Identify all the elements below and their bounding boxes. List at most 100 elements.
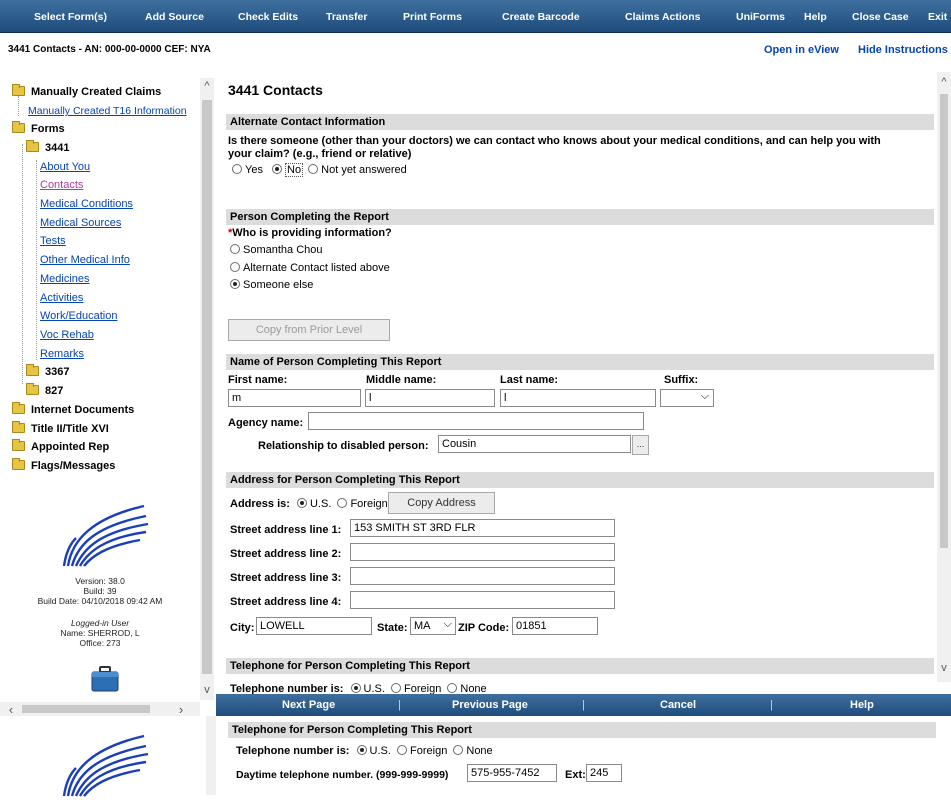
- menu-create-barcode[interactable]: Create Barcode: [502, 11, 580, 23]
- state-select[interactable]: MA ⌵: [410, 617, 456, 635]
- radio-not-yet-answered[interactable]: Not yet answered: [308, 164, 407, 176]
- briefcase-icon[interactable]: [90, 664, 120, 694]
- scrollbar-thumb[interactable]: [940, 94, 948, 548]
- tree-internet-documents[interactable]: Internet Documents: [12, 402, 134, 416]
- radio-someone-else[interactable]: Someone else: [230, 279, 313, 291]
- tree-link-voc-rehab[interactable]: Voc Rehab: [40, 329, 94, 341]
- ext-label: Ext:: [565, 769, 586, 781]
- sidebar-vertical-scrollbar[interactable]: ^ v: [200, 78, 214, 700]
- menu-print-forms[interactable]: Print Forms: [403, 11, 462, 23]
- relationship-lookup-button[interactable]: ...: [632, 435, 649, 455]
- menu-add-source[interactable]: Add Source: [145, 11, 204, 23]
- street-line1-input[interactable]: 153 SMITH ST 3RD FLR: [350, 519, 615, 537]
- radio-button-selected-icon: [350, 683, 361, 693]
- menu-close-case[interactable]: Close Case: [852, 11, 909, 23]
- sidebar-horizontal-scrollbar[interactable]: ‹ ›: [0, 702, 200, 717]
- next-page-button[interactable]: Next Page: [282, 699, 335, 711]
- first-name-input[interactable]: m: [228, 389, 361, 407]
- menu-help[interactable]: Help: [804, 11, 827, 23]
- open-in-eview-link[interactable]: Open in eView: [764, 44, 839, 56]
- telephone-type-group: Telephone number is: U.S. Foreign None: [230, 683, 487, 694]
- lower-scrollbar[interactable]: [206, 716, 216, 795]
- radio-button-icon: [230, 262, 240, 272]
- tree-form-3441[interactable]: 3441: [26, 140, 69, 154]
- daytime-phone-input[interactable]: 575-955-7452: [467, 764, 557, 782]
- hide-instructions-link[interactable]: Hide Instructions: [858, 44, 948, 56]
- radio-phone-foreign[interactable]: Foreign: [391, 683, 441, 694]
- folder-icon: [12, 402, 25, 414]
- alt-contact-radio-group: Yes No Not yet answered: [232, 163, 407, 177]
- menu-uniforms[interactable]: UniForms: [736, 11, 785, 23]
- scroll-right-icon[interactable]: ›: [174, 702, 188, 717]
- tree-link-contacts[interactable]: Contacts: [40, 179, 83, 191]
- lower-radio-phone-foreign[interactable]: Foreign: [397, 745, 447, 757]
- page-title: 3441 Contacts: [228, 82, 323, 98]
- radio-button-icon: [337, 498, 348, 508]
- menu-claims-actions[interactable]: Claims Actions: [625, 11, 700, 23]
- scroll-down-icon[interactable]: v: [937, 662, 951, 674]
- radio-phone-us[interactable]: U.S.: [350, 683, 385, 694]
- agency-name-input[interactable]: [308, 412, 644, 430]
- tree-form-827[interactable]: 827: [26, 383, 63, 397]
- tree-link-medical-conditions[interactable]: Medical Conditions: [40, 198, 133, 210]
- relationship-input[interactable]: Cousin: [438, 435, 631, 453]
- radio-address-us[interactable]: U.S.: [296, 498, 331, 510]
- lower-radio-phone-none[interactable]: None: [453, 745, 493, 757]
- tree-link-remarks[interactable]: Remarks: [40, 348, 84, 360]
- tree-link-medical-sources[interactable]: Medical Sources: [40, 217, 121, 229]
- folder-icon: [12, 458, 25, 470]
- copy-from-prior-level-button[interactable]: Copy from Prior Level: [228, 319, 390, 341]
- city-input[interactable]: LOWELL: [256, 617, 372, 635]
- tree-link-activities[interactable]: Activities: [40, 292, 83, 304]
- menu-transfer[interactable]: Transfer: [326, 11, 367, 23]
- main-content: 3441 Contacts Alternate Contact Informat…: [216, 64, 951, 694]
- cancel-button[interactable]: Cancel: [660, 699, 696, 711]
- tree-title-ii-title-xvi[interactable]: Title II/Title XVI: [12, 421, 109, 435]
- menu-check-edits[interactable]: Check Edits: [238, 11, 298, 23]
- tree-link-medicines[interactable]: Medicines: [40, 273, 90, 285]
- zip-input[interactable]: 01851: [512, 617, 598, 635]
- street-line3-input[interactable]: [350, 567, 615, 585]
- menu-exit[interactable]: Exit: [928, 11, 947, 23]
- previous-page-button[interactable]: Previous Page: [452, 699, 528, 711]
- scrollbar-thumb[interactable]: [202, 100, 212, 674]
- ext-input[interactable]: 245: [586, 764, 622, 782]
- tree-flags-messages[interactable]: Flags/Messages: [12, 458, 115, 472]
- radio-somantha-chou[interactable]: Somantha Chou: [230, 244, 323, 256]
- build-date-text: Build Date: 04/10/2018 09:42 AM: [37, 596, 163, 606]
- last-name-input[interactable]: l: [500, 389, 656, 407]
- tree-form-3367[interactable]: 3367: [26, 364, 69, 378]
- tree-link-work-education[interactable]: Work/Education: [40, 310, 117, 322]
- radio-button-selected-icon: [230, 279, 240, 289]
- radio-yes[interactable]: Yes: [232, 164, 263, 176]
- street-line4-input[interactable]: [350, 591, 615, 609]
- radio-phone-none[interactable]: None: [447, 683, 487, 694]
- middle-name-input[interactable]: l: [365, 389, 495, 407]
- tree-appointed-rep[interactable]: Appointed Rep: [12, 439, 109, 453]
- tree-manually-created-t16[interactable]: Manually Created T16 Information: [28, 105, 187, 117]
- menu-select-forms[interactable]: Select Form(s): [34, 11, 107, 23]
- tree-manually-created-claims[interactable]: Manually Created Claims: [12, 84, 161, 98]
- suffix-select[interactable]: ⌵: [660, 389, 714, 407]
- radio-address-foreign[interactable]: Foreign: [337, 498, 388, 510]
- scrollbar-thumb[interactable]: [22, 705, 150, 713]
- folder-icon: [12, 84, 25, 96]
- street-line2-input[interactable]: [350, 543, 615, 561]
- main-vertical-scrollbar[interactable]: ^ v: [937, 72, 951, 682]
- tree-link-tests[interactable]: Tests: [40, 235, 66, 247]
- help-button[interactable]: Help: [850, 699, 874, 711]
- copy-address-button[interactable]: Copy Address: [388, 492, 495, 514]
- agency-eagle-logo: [62, 504, 149, 567]
- lower-sidebar: [0, 716, 206, 797]
- folder-icon: [26, 364, 39, 376]
- scroll-up-icon[interactable]: ^: [937, 76, 951, 88]
- scroll-up-icon[interactable]: ^: [200, 80, 214, 92]
- tree-link-other-medical-info[interactable]: Other Medical Info: [40, 254, 130, 266]
- lower-radio-phone-us[interactable]: U.S.: [356, 745, 391, 757]
- tree-forms[interactable]: Forms: [12, 121, 65, 135]
- scroll-down-icon[interactable]: v: [200, 684, 214, 696]
- radio-alternate-contact[interactable]: Alternate Contact listed above: [230, 262, 390, 274]
- tree-link-about-you[interactable]: About You: [40, 161, 90, 173]
- radio-no[interactable]: No: [272, 163, 304, 177]
- scroll-left-icon[interactable]: ‹: [4, 702, 18, 717]
